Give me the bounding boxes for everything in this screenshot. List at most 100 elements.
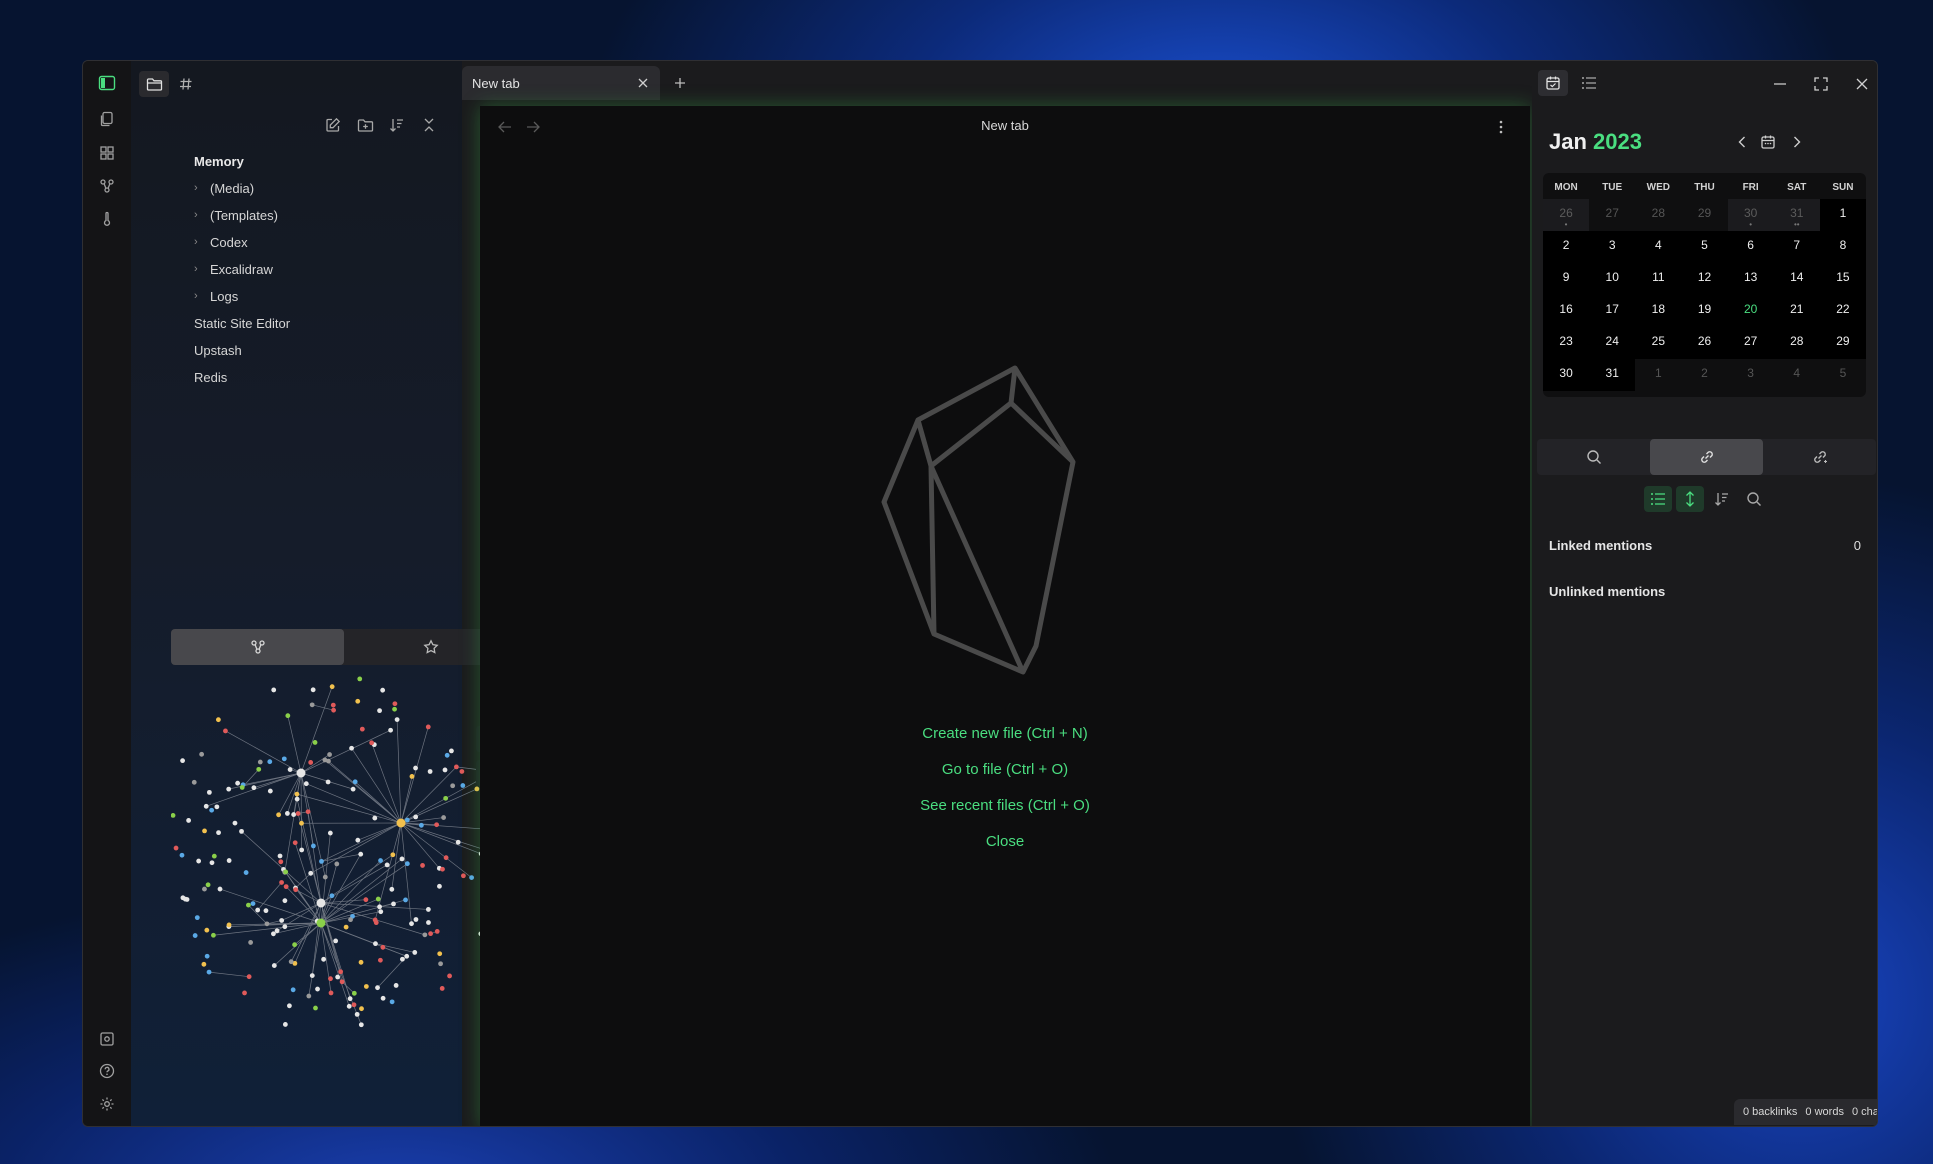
- calendar-day[interactable]: 14: [1773, 263, 1820, 295]
- graph-view-tab[interactable]: [171, 629, 344, 665]
- folder-icon[interactable]: [139, 71, 169, 97]
- hash-icon[interactable]: [171, 71, 201, 97]
- calendar-day[interactable]: 22: [1819, 295, 1866, 327]
- close-tab-link[interactable]: Close: [480, 824, 1530, 860]
- next-month-icon[interactable]: [1786, 131, 1808, 153]
- tab-bar: New tab: [462, 61, 1614, 105]
- collapse-icon[interactable]: [417, 113, 441, 137]
- calendar-icon[interactable]: [1538, 70, 1568, 96]
- sort-icon[interactable]: [385, 113, 409, 137]
- calendar-day[interactable]: 4: [1774, 359, 1820, 391]
- calendar-day[interactable]: 16: [1543, 295, 1590, 327]
- graph-node: [334, 861, 340, 867]
- close-icon[interactable]: [634, 74, 652, 92]
- calendar-day[interactable]: 18: [1635, 295, 1682, 327]
- calendar-day[interactable]: 11: [1635, 263, 1682, 295]
- calendar-day[interactable]: 26 •: [1543, 199, 1590, 231]
- calendar-day[interactable]: 30 •: [1727, 199, 1774, 231]
- calendar-day[interactable]: 3: [1589, 231, 1636, 263]
- plus-icon[interactable]: [670, 73, 690, 93]
- new-folder-icon[interactable]: [353, 113, 377, 137]
- see-recent-files-link[interactable]: See recent files (Ctrl + O): [480, 788, 1530, 824]
- calendar-day[interactable]: 31: [1589, 359, 1636, 391]
- sort-icon[interactable]: [1708, 486, 1736, 512]
- backlinks-tab[interactable]: [1650, 439, 1763, 475]
- calendar-day[interactable]: 21: [1773, 295, 1820, 327]
- calendar-day[interactable]: 30: [1543, 359, 1590, 391]
- calendar-today-icon[interactable]: [1757, 131, 1779, 153]
- tree-folder[interactable]: › (Media): [194, 175, 290, 202]
- calendar-day[interactable]: 27: [1589, 199, 1635, 231]
- edit-icon[interactable]: [321, 113, 345, 137]
- tree-folder[interactable]: › (Templates): [194, 202, 290, 229]
- calendar-day[interactable]: 13: [1727, 263, 1774, 295]
- sidebar-toggle-icon[interactable]: [95, 71, 119, 95]
- tree-folder[interactable]: › Logs: [194, 283, 290, 310]
- minimize-icon[interactable]: [1768, 72, 1792, 96]
- calendar-day[interactable]: 2: [1681, 359, 1727, 391]
- calendar-day[interactable]: 26: [1681, 327, 1728, 359]
- calendar-day[interactable]: 1: [1819, 199, 1866, 231]
- calendar-day[interactable]: 3: [1728, 359, 1774, 391]
- graph-node: [420, 863, 425, 868]
- calendar-day[interactable]: 5: [1681, 231, 1728, 263]
- calendar-day[interactable]: 9: [1543, 263, 1590, 295]
- help-icon[interactable]: [95, 1059, 119, 1083]
- local-graph[interactable]: [171, 673, 517, 1073]
- more-options-icon[interactable]: [1492, 118, 1510, 136]
- tab-new[interactable]: New tab: [462, 66, 660, 100]
- calendar-day[interactable]: 23: [1543, 327, 1590, 359]
- calendar-day[interactable]: 25: [1635, 327, 1682, 359]
- thermometer-icon[interactable]: [95, 207, 119, 231]
- tree-folder[interactable]: › Excalidraw: [194, 256, 290, 283]
- graph-icon[interactable]: [95, 174, 119, 198]
- unlinked-mentions-label[interactable]: Unlinked mentions: [1549, 584, 1665, 599]
- calendar-day[interactable]: 10: [1589, 263, 1636, 295]
- calendar-day[interactable]: 28: [1635, 199, 1681, 231]
- calendar-day[interactable]: 29: [1819, 327, 1866, 359]
- search-tab[interactable]: [1537, 439, 1650, 475]
- linked-mentions-label[interactable]: Linked mentions: [1549, 538, 1652, 553]
- close-window-icon[interactable]: [1850, 72, 1874, 96]
- calendar-day[interactable]: 15: [1819, 263, 1866, 295]
- calendar-day[interactable]: 29: [1681, 199, 1727, 231]
- calendar-day[interactable]: 17: [1589, 295, 1636, 327]
- outgoing-links-tab[interactable]: [1763, 439, 1876, 475]
- calendar-day-today[interactable]: 20: [1727, 295, 1774, 327]
- calendar-day[interactable]: 6: [1727, 231, 1774, 263]
- grid-icon[interactable]: [95, 141, 119, 165]
- calendar-day[interactable]: 24: [1589, 327, 1636, 359]
- prev-month-icon[interactable]: [1731, 131, 1753, 153]
- graph-node: [291, 812, 297, 817]
- calendar-day[interactable]: 31 ••: [1773, 199, 1820, 231]
- gear-icon[interactable]: [95, 1092, 119, 1116]
- vault-root[interactable]: Memory: [194, 149, 290, 175]
- calendar-day[interactable]: 4: [1635, 231, 1682, 263]
- calendar-day[interactable]: 19: [1681, 295, 1728, 327]
- calendar-day[interactable]: 12: [1681, 263, 1728, 295]
- calendar-day[interactable]: 1: [1635, 359, 1681, 391]
- show-more-context-icon[interactable]: [1676, 486, 1704, 512]
- maximize-icon[interactable]: [1809, 72, 1833, 96]
- collapse-results-icon[interactable]: [1644, 486, 1672, 512]
- create-new-file-link[interactable]: Create new file (Ctrl + N): [480, 716, 1530, 752]
- graph-node: [413, 765, 418, 771]
- tree-file[interactable]: Static Site Editor: [194, 310, 290, 337]
- tree-file[interactable]: Redis: [194, 364, 290, 391]
- status-backlinks[interactable]: 0 backlinks: [1743, 1106, 1797, 1118]
- search-icon[interactable]: [1740, 486, 1768, 512]
- tree-file[interactable]: Upstash: [194, 337, 290, 364]
- calendar-day[interactable]: 5: [1820, 359, 1866, 391]
- list-icon[interactable]: [1574, 70, 1604, 96]
- calendar-day[interactable]: 28: [1773, 327, 1820, 359]
- tree-folder[interactable]: › Codex: [194, 229, 290, 256]
- graph-canvas[interactable]: [171, 673, 517, 1073]
- calendar-day[interactable]: 27: [1727, 327, 1774, 359]
- graph-node: [404, 953, 410, 959]
- go-to-file-link[interactable]: Go to file (Ctrl + O): [480, 752, 1530, 788]
- calendar-day[interactable]: 7: [1773, 231, 1820, 263]
- calendar-day[interactable]: 8: [1819, 231, 1866, 263]
- vault-icon[interactable]: [95, 1027, 119, 1051]
- calendar-day[interactable]: 2: [1543, 231, 1590, 263]
- files-icon[interactable]: [95, 107, 119, 131]
